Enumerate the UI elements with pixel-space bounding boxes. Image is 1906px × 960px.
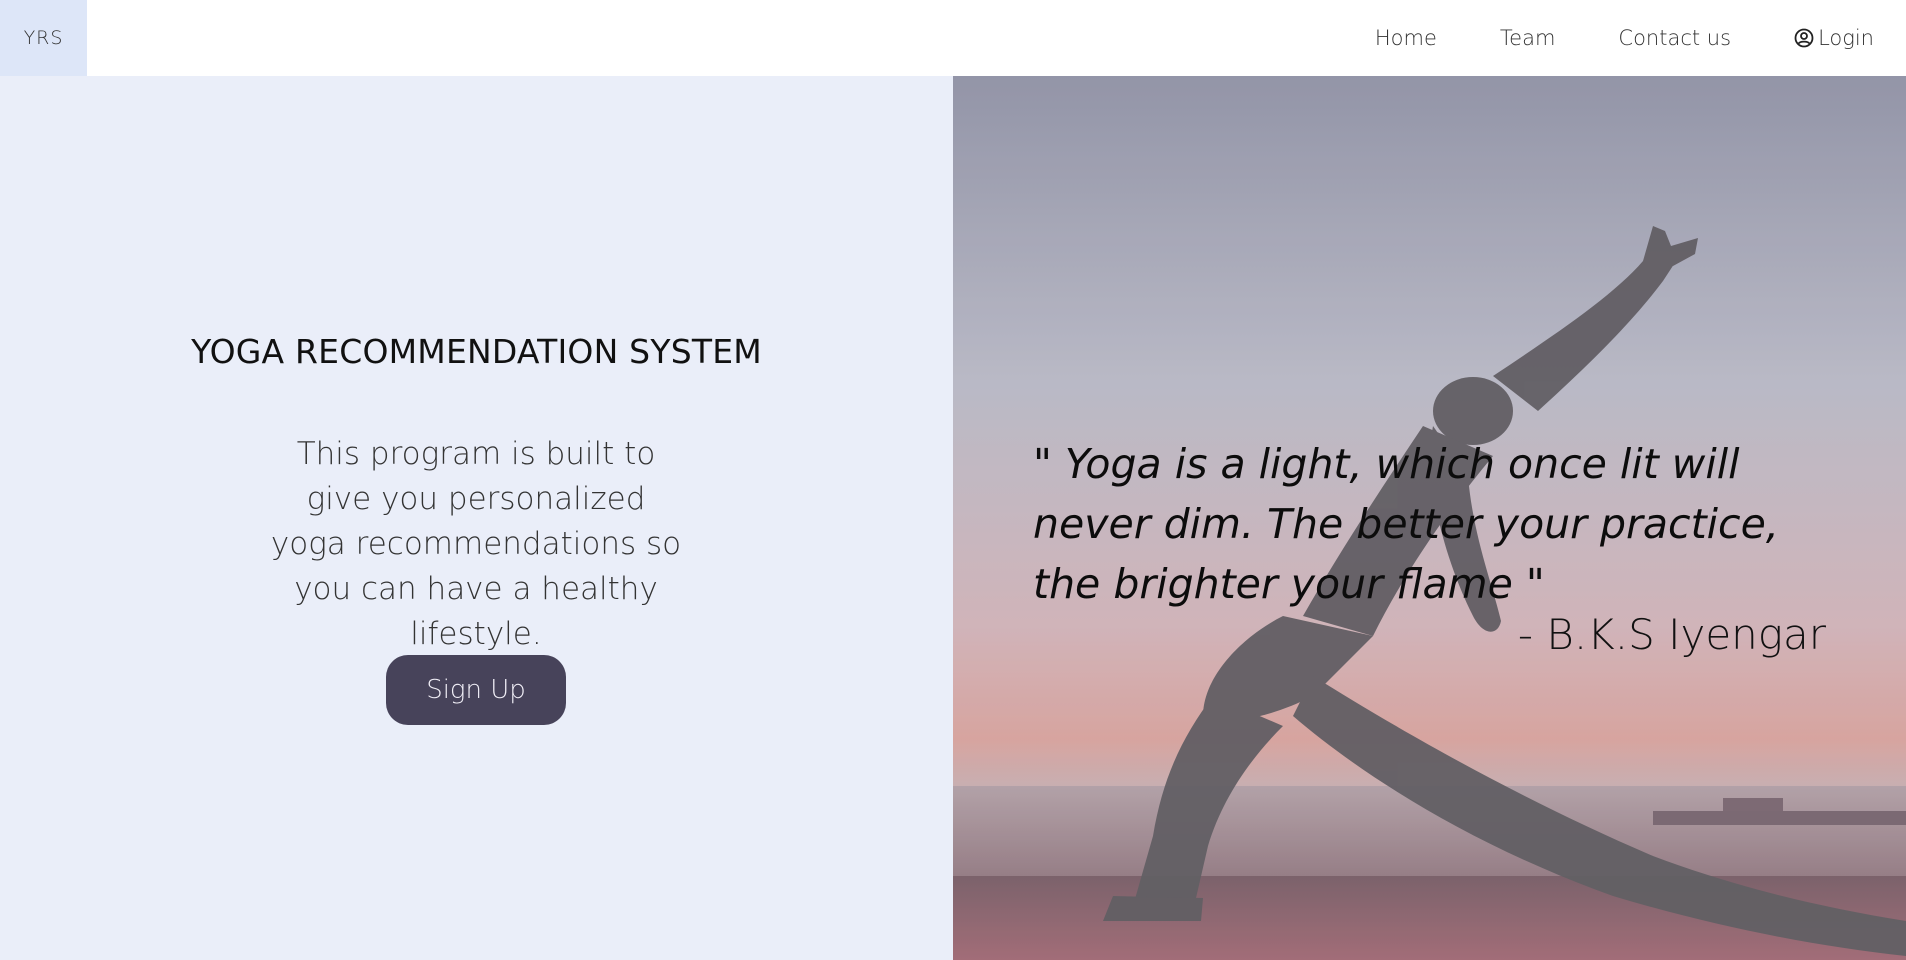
hero-description: This program is built to give you person… [270, 436, 682, 652]
nav-link-home[interactable]: Home [1375, 26, 1437, 50]
yoga-quote: " Yoga is a light, which once lit will n… [1033, 440, 1779, 608]
user-circle-icon [1794, 28, 1814, 48]
quote-author: - B.K.S Iyengar [1517, 610, 1826, 659]
login-label: Login [1818, 26, 1874, 50]
nav-link-contact-us[interactable]: Contact us [1618, 26, 1731, 50]
nav-link-team[interactable]: Team [1500, 26, 1556, 50]
nav-links: Home Team Contact us Login [1375, 0, 1874, 76]
sign-up-button[interactable]: Sign Up [386, 655, 566, 725]
navbar: YRS Home Team Contact us Login [0, 0, 1906, 76]
hero-right-panel: " Yoga is a light, which once lit will n… [953, 76, 1906, 960]
nav-link-login[interactable]: Login [1794, 26, 1874, 50]
hero-title: YOGA RECOMMENDATION SYSTEM [191, 332, 762, 371]
brand-logo[interactable]: YRS [0, 0, 87, 76]
hero-left-panel: YOGA RECOMMENDATION SYSTEM This program … [0, 76, 953, 960]
